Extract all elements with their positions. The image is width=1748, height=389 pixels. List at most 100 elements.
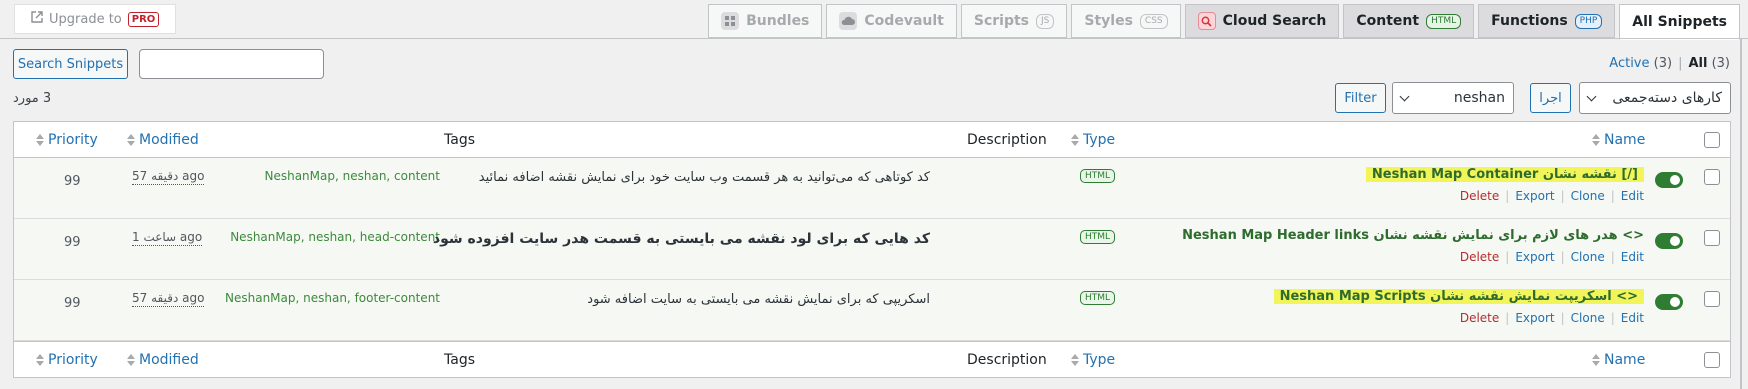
html-badge: HTML [1426, 13, 1462, 29]
row-actions: Delete | Export | Clone | Edit [1459, 250, 1644, 264]
column-type[interactable]: Type [1071, 342, 1115, 378]
column-modified[interactable]: Modified [127, 342, 199, 378]
bulk-actions-value: کارهای دسته‌جمعی [1612, 90, 1722, 106]
tab-label: Bundles [746, 13, 810, 29]
tag-filter-value: neshan [1453, 90, 1505, 106]
export-link[interactable]: Export [1515, 189, 1554, 203]
table-header: Priority Modified Tags Description Type … [14, 122, 1730, 158]
column-description: Description [967, 132, 1047, 148]
tags-value[interactable]: NeshanMap, neshan, footer-content [225, 291, 440, 305]
bulk-actions-select[interactable]: کارهای دسته‌جمعی [1579, 82, 1731, 114]
scrollbar-edge [1740, 38, 1742, 389]
activate-toggle[interactable] [1655, 294, 1683, 310]
tab-cloud-search[interactable]: Cloud Search [1184, 4, 1340, 38]
tab-content[interactable]: Content HTML [1343, 4, 1475, 38]
js-badge: JS [1036, 13, 1055, 29]
snippet-name-link[interactable]: Neshan Map Container نقشه نشان [/] [1365, 167, 1644, 182]
activate-toggle[interactable] [1655, 233, 1683, 249]
column-name[interactable]: Name [1592, 122, 1645, 158]
sort-icon [36, 134, 44, 146]
edit-link[interactable]: Edit [1621, 250, 1644, 264]
clone-link[interactable]: Clone [1571, 250, 1605, 264]
tab-label: Styles [1084, 13, 1133, 29]
row-actions: Delete | Export | Clone | Edit [1459, 311, 1644, 325]
delete-link[interactable]: Delete [1460, 250, 1499, 264]
table-row: 99 57 دقیقه ago NeshanMap, neshan, conte… [14, 158, 1730, 219]
tab-label: Cloud Search [1222, 13, 1327, 29]
priority-value: 99 [64, 174, 81, 189]
column-priority[interactable]: Priority [36, 342, 98, 378]
row-actions: Delete | Export | Clone | Edit [1459, 189, 1644, 203]
priority-value: 99 [64, 235, 81, 250]
tab-label: Content [1356, 13, 1420, 29]
sort-icon [1071, 354, 1079, 366]
description-value: اسکریپی که برای نمایش نقشه می بایستی به … [587, 292, 930, 307]
search-snippets-button[interactable]: Search Snippets [13, 49, 128, 79]
column-modified[interactable]: Modified [127, 122, 199, 158]
column-description: Description [967, 352, 1047, 368]
sort-icon [127, 354, 135, 366]
select-all-checkbox[interactable] [1704, 352, 1720, 368]
export-link[interactable]: Export [1515, 250, 1554, 264]
row-checkbox[interactable] [1704, 291, 1720, 307]
column-type[interactable]: Type [1071, 122, 1115, 158]
external-link-icon [31, 11, 43, 27]
upgrade-label: Upgrade to [49, 11, 122, 27]
tag-filter-select[interactable]: neshan [1392, 82, 1514, 114]
delete-link[interactable]: Delete [1460, 311, 1499, 325]
tab-bundles[interactable]: Bundles [708, 4, 823, 38]
tab-label: All Snippets [1632, 14, 1727, 30]
column-priority[interactable]: Priority [36, 122, 98, 158]
export-link[interactable]: Export [1515, 311, 1554, 325]
type-badge: HTML [1080, 291, 1116, 305]
tab-label: Functions [1491, 13, 1568, 29]
row-checkbox[interactable] [1704, 230, 1720, 246]
apply-button[interactable]: اجرا [1530, 83, 1571, 113]
pro-badge: PRO [127, 11, 160, 27]
sort-icon [1592, 134, 1600, 146]
table-row: 99 1 ساعت ago NeshanMap, neshan, head-co… [14, 219, 1730, 280]
tab-all-snippets[interactable]: All Snippets [1619, 4, 1740, 40]
tab-codevault[interactable]: Codevault [826, 4, 957, 38]
view-active-link[interactable]: Active (3) [1609, 56, 1672, 71]
snippet-name-link[interactable]: Neshan Map Header links هدر های لازم برا… [1182, 228, 1644, 243]
php-badge: PHP [1574, 13, 1603, 29]
filter-button[interactable]: Filter [1335, 83, 1386, 113]
edit-link[interactable]: Edit [1621, 189, 1644, 203]
tab-divider [0, 38, 1748, 39]
tab-functions[interactable]: Functions PHP [1478, 4, 1616, 38]
chevron-down-icon [1399, 91, 1410, 101]
modified-value: 57 دقیقه ago [132, 169, 205, 185]
select-all-checkbox[interactable] [1704, 132, 1720, 148]
view-all-link[interactable]: All (3) [1688, 56, 1730, 71]
view-separator: | [1678, 56, 1683, 71]
sort-icon [127, 134, 135, 146]
edit-link[interactable]: Edit [1621, 311, 1644, 325]
tags-value[interactable]: NeshanMap, neshan, head-content [230, 230, 440, 244]
tab-label: Scripts [973, 13, 1029, 29]
snippets-table: Priority Modified Tags Description Type … [13, 121, 1731, 378]
tags-value[interactable]: NeshanMap, neshan, content [264, 169, 440, 183]
sort-icon [1071, 134, 1079, 146]
type-badge: HTML [1080, 230, 1116, 244]
tab-label: Codevault [864, 13, 944, 29]
clone-link[interactable]: Clone [1571, 311, 1605, 325]
column-name[interactable]: Name [1592, 342, 1645, 378]
activate-toggle[interactable] [1655, 172, 1683, 188]
row-checkbox[interactable] [1704, 169, 1720, 185]
table-footer: Priority Modified Tags Description Type … [14, 341, 1730, 377]
grid-icon [721, 12, 740, 30]
modified-value: 1 ساعت ago [132, 230, 203, 246]
upgrade-link[interactable]: Upgrade to PRO [14, 4, 177, 34]
column-tags: Tags [444, 132, 475, 148]
items-count: 3 مورد [13, 91, 52, 106]
cloud-icon [839, 12, 858, 30]
snippet-name-link[interactable]: Neshan Map Scripts اسکریپت نمایش نقشه نش… [1273, 289, 1644, 304]
tab-scripts[interactable]: Scripts JS [960, 4, 1068, 38]
search-icon [1197, 12, 1216, 30]
css-badge: CSS [1139, 13, 1168, 29]
search-input[interactable] [139, 49, 324, 79]
delete-link[interactable]: Delete [1460, 189, 1499, 203]
tab-styles[interactable]: Styles CSS [1071, 4, 1181, 38]
clone-link[interactable]: Clone [1571, 189, 1605, 203]
